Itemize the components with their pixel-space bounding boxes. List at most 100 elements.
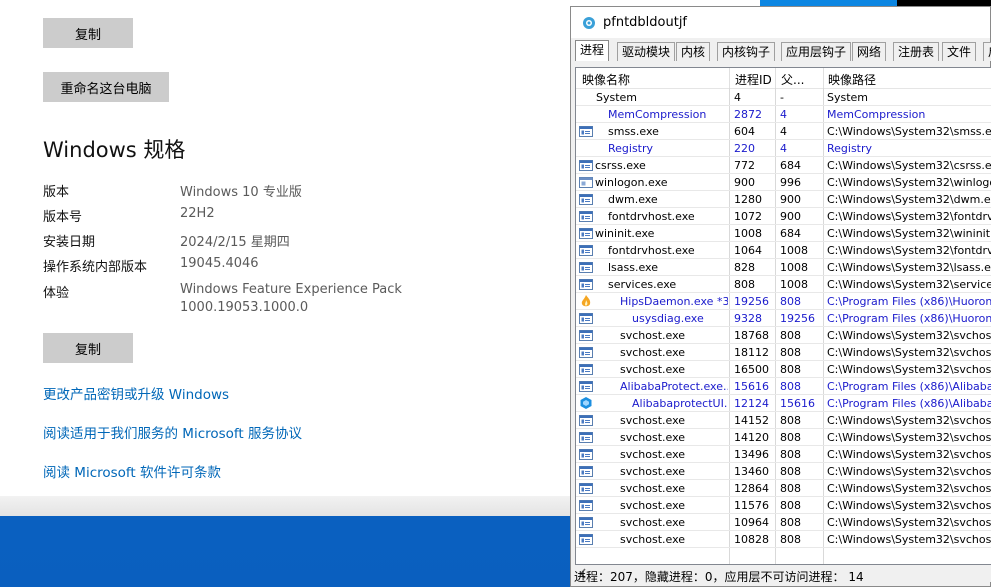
process-id: 808 xyxy=(734,278,755,291)
parent-process-id: 4 xyxy=(780,142,787,155)
exe-icon xyxy=(579,194,593,205)
col-image-path[interactable]: 映像路径 xyxy=(828,71,876,88)
title-bar[interactable]: pfntdbldoutjf xyxy=(571,7,990,38)
tab-app-hooks[interactable]: 应用层钩子 xyxy=(781,42,852,61)
table-row[interactable]: HipsDaemon.exe *32 19256 808 C:\Program Fil… xyxy=(576,293,991,310)
header-separator[interactable] xyxy=(775,68,776,88)
table-row[interactable]: fontdrvhost.exe 1064 1008 C:\Windows\System… xyxy=(576,242,991,259)
table-row[interactable]: wininit.exe 1008 684 C:\Windows\System32\wi… xyxy=(576,225,991,242)
exe-icon xyxy=(579,381,593,392)
rename-pc-button[interactable]: 重命名这台电脑 xyxy=(43,72,169,102)
process-id: 16500 xyxy=(734,363,769,376)
header-separator[interactable] xyxy=(823,68,824,88)
table-row[interactable]: svchost.exe 10964 808 C:\Windows\System32\s… xyxy=(576,514,991,531)
copy-button-top[interactable]: 复制 xyxy=(43,18,133,48)
tab-network[interactable]: 网络 xyxy=(852,42,887,61)
process-name: wininit.exe xyxy=(595,227,655,240)
process-name: svchost.exe xyxy=(620,499,686,512)
process-path: MemCompression xyxy=(827,108,926,121)
spec-label-install-date: 安装日期 xyxy=(43,235,96,250)
process-name: System xyxy=(596,91,638,104)
process-tool-window: pfntdbldoutjf 进程 驱动模块 内核 内核钩子 应用层钩子 网络 注… xyxy=(570,6,991,587)
process-id: 13496 xyxy=(734,448,769,461)
table-row[interactable]: System 4 - System xyxy=(576,89,991,106)
parent-process-id: 684 xyxy=(780,227,801,240)
col-pid[interactable]: 进程ID xyxy=(735,71,772,88)
table-row[interactable]: usysdiag.exe 9328 19256 C:\Program Files (x… xyxy=(576,310,991,327)
shield-icon xyxy=(580,397,592,409)
table-row[interactable]: svchost.exe 16500 808 C:\Windows\System32\s… xyxy=(576,361,991,378)
process-path: C:\Windows\System32\svchost.exe xyxy=(827,346,991,359)
table-row[interactable]: AlibabaprotectUI... 12124 15616 C:\Program … xyxy=(576,395,991,412)
process-path: C:\Windows\System32\fontdrvhost.exe xyxy=(827,210,991,223)
process-list[interactable]: 映像名称 进程ID 父... 映像路径 System 4 - System MemCom… xyxy=(575,67,991,565)
tab-driver-modules[interactable]: 驱动模块 xyxy=(617,42,676,61)
table-row[interactable]: Registry 220 4 Registry xyxy=(576,140,991,157)
status-bar: 进程：207，隐藏进程：0，应用层不可访问进程： 14 xyxy=(574,570,864,584)
process-name: usysdiag.exe xyxy=(632,312,704,325)
table-row[interactable]: winlogon.exe 900 996 C:\Windows\System32\wi… xyxy=(576,174,991,191)
services-agreement-link[interactable]: 阅读适用于我们服务的 Microsoft 服务协议 xyxy=(43,422,302,442)
exe-icon xyxy=(579,364,593,375)
process-path: C:\Windows\System32\lsass.exe xyxy=(827,261,991,274)
process-name: svchost.exe xyxy=(620,465,686,478)
tab-kernel[interactable]: 内核 xyxy=(676,42,711,61)
table-row[interactable]: svchost.exe 13496 808 C:\Windows\System32\s… xyxy=(576,446,991,463)
exe-icon xyxy=(579,432,593,443)
fire-icon xyxy=(581,295,591,307)
process-name: AlibabaprotectUI... xyxy=(632,397,728,410)
table-row[interactable]: svchost.exe 18768 808 C:\Windows\System32\s… xyxy=(576,327,991,344)
process-path: C:\Windows\System32\svchost.exe xyxy=(827,499,991,512)
table-row[interactable]: AlibabaProtect.exe... 15616 808 C:\Program … xyxy=(576,378,991,395)
table-row[interactable]: fontdrvhost.exe 1072 900 C:\Windows\System3… xyxy=(576,208,991,225)
table-row[interactable]: svchost.exe 12864 808 C:\Windows\System32\s… xyxy=(576,480,991,497)
gear-icon xyxy=(583,17,595,29)
table-row[interactable]: svchost.exe 10828 808 C:\Windows\System32\s… xyxy=(576,531,991,548)
col-ppid[interactable]: 父... xyxy=(781,71,804,88)
table-row[interactable]: svchost.exe 14120 808 C:\Windows\System32\s… xyxy=(576,429,991,446)
exe-icon xyxy=(579,483,593,494)
process-name: MemCompression xyxy=(608,108,707,121)
row-divider xyxy=(576,547,991,548)
tab-files[interactable]: 文件 xyxy=(942,42,977,61)
exe-icon xyxy=(579,347,593,358)
table-row[interactable]: lsass.exe 828 1008 C:\Windows\System32\lsas… xyxy=(576,259,991,276)
process-path: C:\Program Files (x86)\AlibabaProtect xyxy=(827,397,991,410)
table-row[interactable]: svchost.exe 18112 808 C:\Windows\System32\s… xyxy=(576,344,991,361)
tab-processes[interactable]: 进程 xyxy=(575,40,610,61)
window-title: pfntdbldoutjf xyxy=(603,15,688,30)
parent-process-id: 808 xyxy=(780,295,801,308)
tab-startup[interactable]: 启 xyxy=(983,42,991,61)
table-row[interactable]: csrss.exe 772 684 C:\Windows\System32\csrss… xyxy=(576,157,991,174)
process-name: Registry xyxy=(608,142,654,155)
parent-process-id: 808 xyxy=(780,482,801,495)
table-row[interactable]: smss.exe 604 4 C:\Windows\System32\smss.exe xyxy=(576,123,991,140)
header-separator[interactable] xyxy=(729,68,730,88)
parent-process-id: 1008 xyxy=(780,278,808,291)
exe-icon xyxy=(579,160,593,171)
process-id: 4 xyxy=(734,91,741,104)
table-row[interactable]: MemCompression 2872 4 MemCompression xyxy=(576,106,991,123)
copy-button-bottom[interactable]: 复制 xyxy=(43,333,133,363)
table-row[interactable]: services.exe 808 1008 C:\Windows\System32\s… xyxy=(576,276,991,293)
table-row[interactable]: svchost.exe 11576 808 C:\Windows\System32\s… xyxy=(576,497,991,514)
process-id: 1280 xyxy=(734,193,762,206)
col-image-name[interactable]: 映像名称 xyxy=(582,71,630,88)
license-terms-link[interactable]: 阅读 Microsoft 软件许可条款 xyxy=(43,461,221,481)
spec-label-version: 版本号 xyxy=(43,210,83,225)
process-path: C:\Windows\System32\dwm.exe xyxy=(827,193,991,206)
process-path: C:\Windows\System32\svchost.exe xyxy=(827,516,991,529)
parent-process-id: 1008 xyxy=(780,261,808,274)
exe-icon xyxy=(579,279,593,290)
table-row[interactable]: dwm.exe 1280 900 C:\Windows\System32\dwm.ex… xyxy=(576,191,991,208)
process-id: 13460 xyxy=(734,465,769,478)
tab-registry[interactable]: 注册表 xyxy=(893,42,940,61)
process-id: 19256 xyxy=(734,295,769,308)
spec-value-experience: Windows Feature Experience Pack xyxy=(180,282,402,297)
change-product-key-link[interactable]: 更改产品密钥或升级 Windows xyxy=(43,383,229,403)
tab-kernel-hooks[interactable]: 内核钩子 xyxy=(717,42,776,61)
process-name: svchost.exe xyxy=(620,533,686,546)
table-row[interactable]: svchost.exe 14152 808 C:\Windows\System32\s… xyxy=(576,412,991,429)
table-row[interactable]: svchost.exe 13460 808 C:\Windows\System32\s… xyxy=(576,463,991,480)
process-path: C:\Windows\System32\svchost.exe xyxy=(827,431,991,444)
